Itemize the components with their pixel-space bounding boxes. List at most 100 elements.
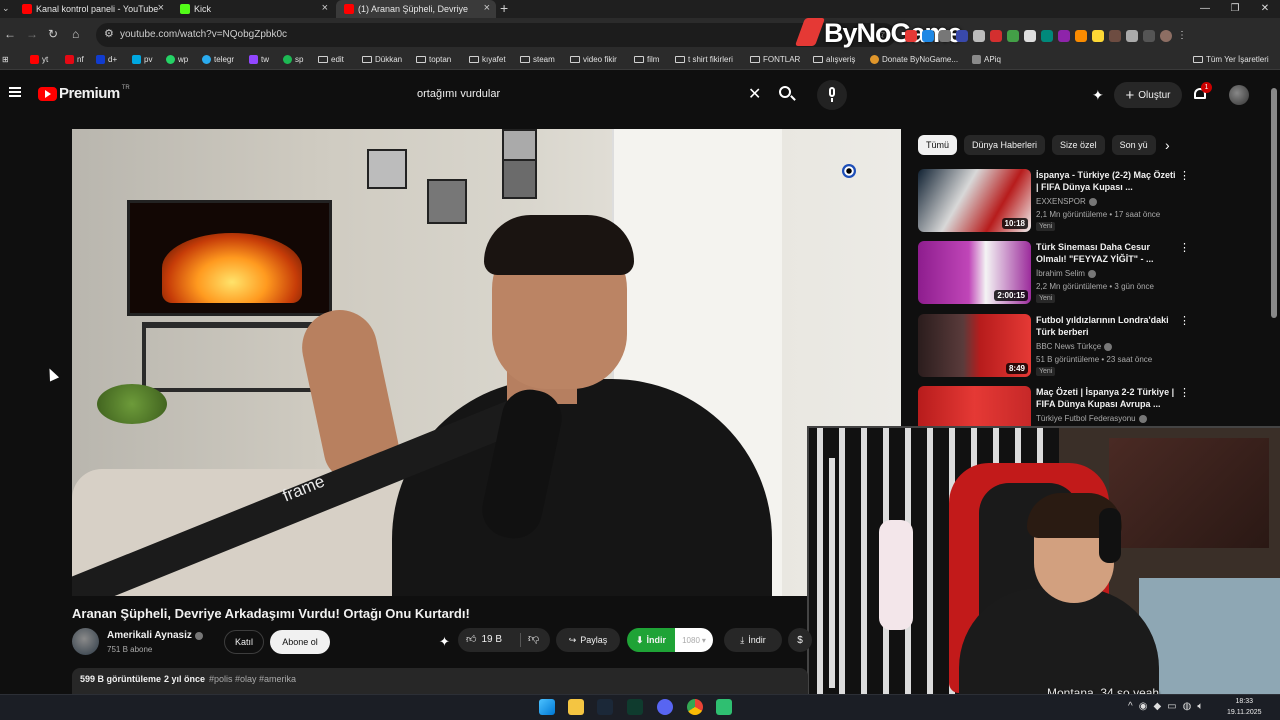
extension-icon[interactable]: [1007, 30, 1019, 42]
video-thumbnail[interactable]: [918, 386, 1031, 426]
channel-name[interactable]: İbrahim Selim: [1036, 269, 1096, 278]
close-tab-icon[interactable]: ×: [158, 2, 164, 14]
description-box[interactable]: 599 B görüntüleme 2 yıl önce #polis #ola…: [72, 668, 808, 694]
more-options-icon[interactable]: ⋮: [1179, 314, 1190, 327]
bookmark-telegram[interactable]: telegr: [202, 55, 234, 64]
file-explorer-icon[interactable]: [568, 699, 584, 715]
recommended-video[interactable]: 8:49 Futbol yıldızlarının Londra'daki Tü…: [918, 314, 1198, 380]
video-title[interactable]: Maç Özeti | İspanya 2-2 Türkiye | FIFA D…: [1036, 386, 1176, 410]
tab-kick[interactable]: Kick ×: [172, 0, 334, 18]
app-icon[interactable]: [716, 699, 732, 715]
tray-app-icon[interactable]: ◆: [1153, 701, 1161, 712]
bookmark-donate[interactable]: Donate ByNoGame...: [870, 55, 958, 64]
discord-icon[interactable]: [657, 699, 673, 715]
join-button[interactable]: Katıl: [224, 630, 264, 654]
extension-icon[interactable]: [1092, 30, 1104, 42]
start-icon[interactable]: [539, 699, 555, 715]
extension-icon[interactable]: [1024, 30, 1036, 42]
extension-icon[interactable]: [1075, 30, 1087, 42]
tab-search-icon[interactable]: ⌄: [2, 3, 10, 14]
video-title[interactable]: Futbol yıldızlarının Londra'daki Türk be…: [1036, 314, 1176, 338]
clear-search-icon[interactable]: ✕: [748, 84, 761, 104]
video-thumbnail[interactable]: 8:49: [918, 314, 1031, 377]
channel-name[interactable]: BBC News Türkçe: [1036, 342, 1113, 351]
extension-icon[interactable]: [956, 30, 968, 42]
chip-world-news[interactable]: Dünya Haberleri: [964, 135, 1046, 155]
video-player[interactable]: frame: [72, 129, 901, 596]
address-bar[interactable]: ⚙ youtube.com/watch?v=NQobgZpbk0c ☆: [96, 23, 896, 47]
download-button[interactable]: ⤓ İndir: [724, 628, 782, 652]
extension-icon[interactable]: [905, 30, 917, 42]
notifications-button[interactable]: 1: [1192, 82, 1212, 102]
bookmark-folder-kiyafet[interactable]: kıyafet: [469, 55, 506, 64]
extension-icon[interactable]: [922, 30, 934, 42]
extension-download-button[interactable]: ⬇ İndir: [627, 628, 675, 652]
bookmark-folder-fontlar[interactable]: FONTLAR: [750, 55, 800, 64]
bookmark-pv[interactable]: pv: [132, 55, 152, 64]
like-button[interactable]: 👍︎ 19 B: [466, 633, 502, 646]
more-options-icon[interactable]: ⋮: [1179, 169, 1190, 182]
close-tab-icon[interactable]: ×: [322, 2, 328, 14]
extensions-puzzle-icon[interactable]: [1126, 30, 1138, 42]
bookmark-tw[interactable]: tw: [249, 55, 269, 64]
subscribe-button[interactable]: Abone ol: [270, 630, 330, 654]
home-icon[interactable]: ⌂: [72, 27, 79, 41]
maximize-icon[interactable]: ❐: [1220, 0, 1250, 18]
network-icon[interactable]: ◍: [1183, 701, 1192, 712]
chevron-up-icon[interactable]: ^: [1128, 701, 1133, 712]
bookmark-wp[interactable]: wp: [166, 55, 188, 64]
voice-search-button[interactable]: [817, 80, 847, 110]
video-thumbnail[interactable]: 10:18: [918, 169, 1031, 232]
bookmark-folder-tshirt[interactable]: t shirt fikirleri: [675, 55, 733, 64]
channel-name[interactable]: Türkiye Futbol Federasyonu: [1036, 414, 1147, 423]
channel-name-link[interactable]: Amerikali Aynasiz: [107, 630, 203, 641]
browser-menu-icon[interactable]: ⋮: [1177, 30, 1189, 42]
dislike-button[interactable]: 👎︎: [528, 632, 539, 645]
forward-icon[interactable]: →: [26, 27, 38, 41]
create-button[interactable]: + Oluştur: [1114, 82, 1182, 108]
channel-name[interactable]: EXXENSPOR: [1036, 197, 1097, 206]
bookmark-folder-dukkan[interactable]: Dükkan: [362, 55, 402, 64]
menu-icon[interactable]: [9, 87, 21, 97]
chip-all[interactable]: Tümü: [918, 135, 958, 155]
tab-youtube-studio[interactable]: Kanal kontrol paneli - YouTube ×: [14, 0, 170, 18]
close-tab-icon[interactable]: ×: [484, 2, 490, 14]
ask-ai-icon[interactable]: ✦: [439, 634, 450, 650]
profile-icon[interactable]: [1160, 30, 1172, 42]
video-title[interactable]: İspanya - Türkiye (2-2) Maç Özeti | FIFA…: [1036, 169, 1176, 193]
hashtags[interactable]: #polis #olay #amerika: [209, 674, 296, 684]
extension-icon[interactable]: [973, 30, 985, 42]
bookmark-folder-toptan[interactable]: toptan: [416, 55, 451, 64]
steam-icon[interactable]: [597, 699, 613, 715]
bookmark-yt[interactable]: yt: [30, 55, 48, 64]
new-tab-icon[interactable]: +: [500, 0, 508, 16]
extension-icon[interactable]: [939, 30, 951, 42]
bookmark-folder-film[interactable]: film: [634, 55, 659, 64]
chrome-icon[interactable]: [687, 699, 703, 715]
video-thumbnail[interactable]: 2:00:15: [918, 241, 1031, 304]
video-title[interactable]: Türk Sineması Daha Cesur Olmalı! "FEYYAZ…: [1036, 241, 1176, 265]
taskbar-clock[interactable]: 18:33 19.11.2025: [1227, 696, 1262, 718]
channel-avatar[interactable]: [72, 628, 99, 655]
bookmark-nf[interactable]: nf: [65, 55, 84, 64]
more-options-icon[interactable]: ⋮: [1179, 386, 1190, 399]
extension-icon[interactable]: [1041, 30, 1053, 42]
chip-for-you[interactable]: Size özel: [1052, 135, 1105, 155]
download-quality-select[interactable]: 1080 ▾: [675, 628, 713, 652]
bookmark-folder-video-fikir[interactable]: video fikir: [570, 55, 617, 64]
close-window-icon[interactable]: ✕: [1250, 0, 1280, 18]
back-icon[interactable]: ←: [4, 27, 16, 41]
search-button[interactable]: [776, 84, 798, 106]
minimize-icon[interactable]: —: [1190, 0, 1220, 18]
bookmark-folder-edit[interactable]: edit: [318, 55, 344, 64]
sidebar-toggle-icon[interactable]: [1143, 30, 1155, 42]
bookmark-folder-alisveris[interactable]: alışveriş: [813, 55, 855, 64]
extension-icon[interactable]: [1058, 30, 1070, 42]
youtube-premium-logo[interactable]: Premium TR: [38, 85, 130, 102]
all-bookmarks[interactable]: Tüm Yer İşaretleri: [1193, 55, 1269, 64]
more-options-icon[interactable]: ⋮: [1179, 241, 1190, 254]
bookmark-dplus[interactable]: d+: [96, 55, 117, 64]
bookmark-sp[interactable]: sp: [283, 55, 303, 64]
recommended-video[interactable]: Maç Özeti | İspanya 2-2 Türkiye | FIFA D…: [918, 386, 1198, 426]
recommended-video[interactable]: 2:00:15 Türk Sineması Daha Cesur Olmalı!…: [918, 241, 1198, 307]
